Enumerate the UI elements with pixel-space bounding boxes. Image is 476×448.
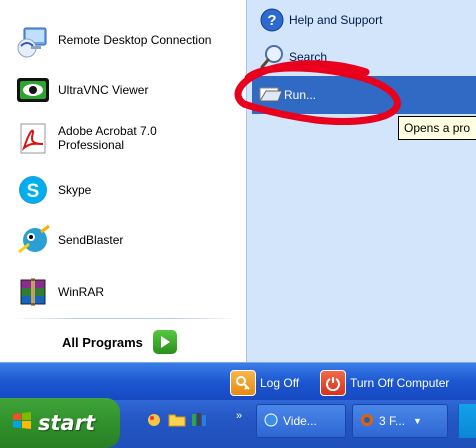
red-annotation-circle	[234, 60, 401, 125]
start-menu-screenshot: Remote Desktop Connection UltraVNC Viewe…	[0, 0, 476, 448]
